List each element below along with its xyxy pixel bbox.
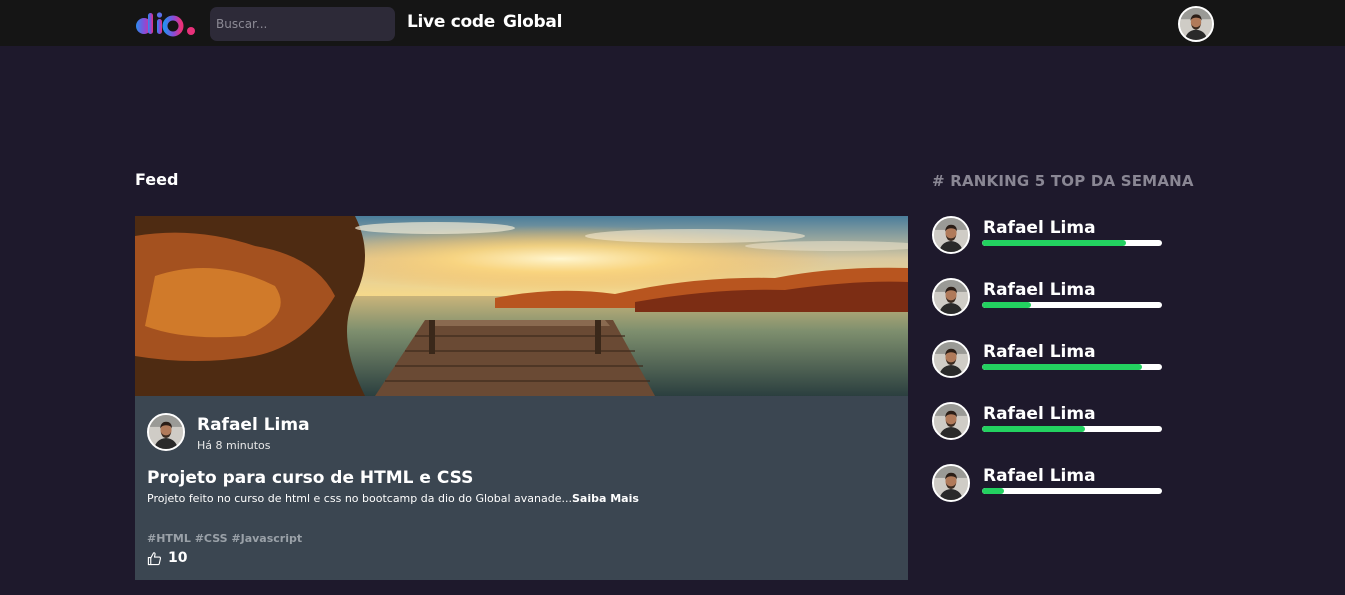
post-timestamp: Há 8 minutos <box>197 439 271 452</box>
read-more-link[interactable]: Saiba Mais <box>572 492 639 505</box>
post-author-name[interactable]: Rafael Lima <box>197 415 310 435</box>
ranking-progress-fill <box>982 426 1085 432</box>
thumbs-up-icon[interactable] <box>147 551 162 566</box>
ranking-progress-fill <box>982 240 1126 246</box>
ranking-item[interactable]: Rafael Lima <box>932 216 1172 254</box>
ranking-item[interactable]: Rafael Lima <box>932 340 1172 378</box>
ranking-name[interactable]: Rafael Lima <box>983 404 1096 424</box>
ranking-progress-fill <box>982 302 1031 308</box>
post-description-text: Projeto feito no curso de html e css no … <box>147 492 572 505</box>
ranking-name[interactable]: Rafael Lima <box>983 342 1096 362</box>
ranking-progress-bar <box>982 240 1162 246</box>
ranking-progress-bar <box>982 488 1162 494</box>
ranking-item[interactable]: Rafael Lima <box>932 402 1172 440</box>
ranking-avatar[interactable] <box>932 216 970 254</box>
post-tags: #HTML #CSS #Javascript <box>147 532 303 545</box>
post-author-avatar[interactable] <box>147 413 185 451</box>
ranking-heading: # RANKING 5 TOP DA SEMANA <box>932 172 1194 190</box>
ranking-name[interactable]: Rafael Lima <box>983 280 1096 300</box>
ranking-progress-bar <box>982 364 1162 370</box>
avatar-photo-icon <box>1180 8 1212 40</box>
ranking-progress-bar <box>982 426 1162 432</box>
post-cover-image <box>135 216 908 396</box>
post-description: Projeto feito no curso de html e css no … <box>147 492 639 505</box>
top-nav-bar: Live code Global <box>0 0 1345 46</box>
ranking-progress-fill <box>982 364 1143 370</box>
feed-heading: Feed <box>135 170 179 189</box>
avatar-photo-icon <box>934 280 968 314</box>
ranking-progress-fill <box>982 488 1004 494</box>
ranking-item[interactable]: Rafael Lima <box>932 464 1172 502</box>
ranking-progress-bar <box>982 302 1162 308</box>
search-input[interactable] <box>210 7 395 41</box>
avatar-photo-icon <box>934 404 968 438</box>
avatar-photo-icon <box>149 415 183 449</box>
nav-global[interactable]: Global <box>503 12 562 32</box>
user-avatar[interactable] <box>1178 6 1214 42</box>
ranking-avatar[interactable] <box>932 278 970 316</box>
post-likes: 10 <box>147 549 187 567</box>
avatar-photo-icon <box>934 466 968 500</box>
nav-live-code[interactable]: Live code <box>407 12 495 32</box>
ranking-name[interactable]: Rafael Lima <box>983 218 1096 238</box>
ranking-name[interactable]: Rafael Lima <box>983 466 1096 486</box>
ranking-avatar[interactable] <box>932 402 970 440</box>
avatar-photo-icon <box>934 218 968 252</box>
post-card[interactable]: Rafael Lima Há 8 minutos Projeto para cu… <box>135 216 908 580</box>
ranking-avatar[interactable] <box>932 464 970 502</box>
ranking-item[interactable]: Rafael Lima <box>932 278 1172 316</box>
dio-logo[interactable] <box>135 10 199 38</box>
like-count: 10 <box>168 550 188 566</box>
post-title[interactable]: Projeto para curso de HTML e CSS <box>147 468 473 488</box>
ranking-avatar[interactable] <box>932 340 970 378</box>
avatar-photo-icon <box>934 342 968 376</box>
